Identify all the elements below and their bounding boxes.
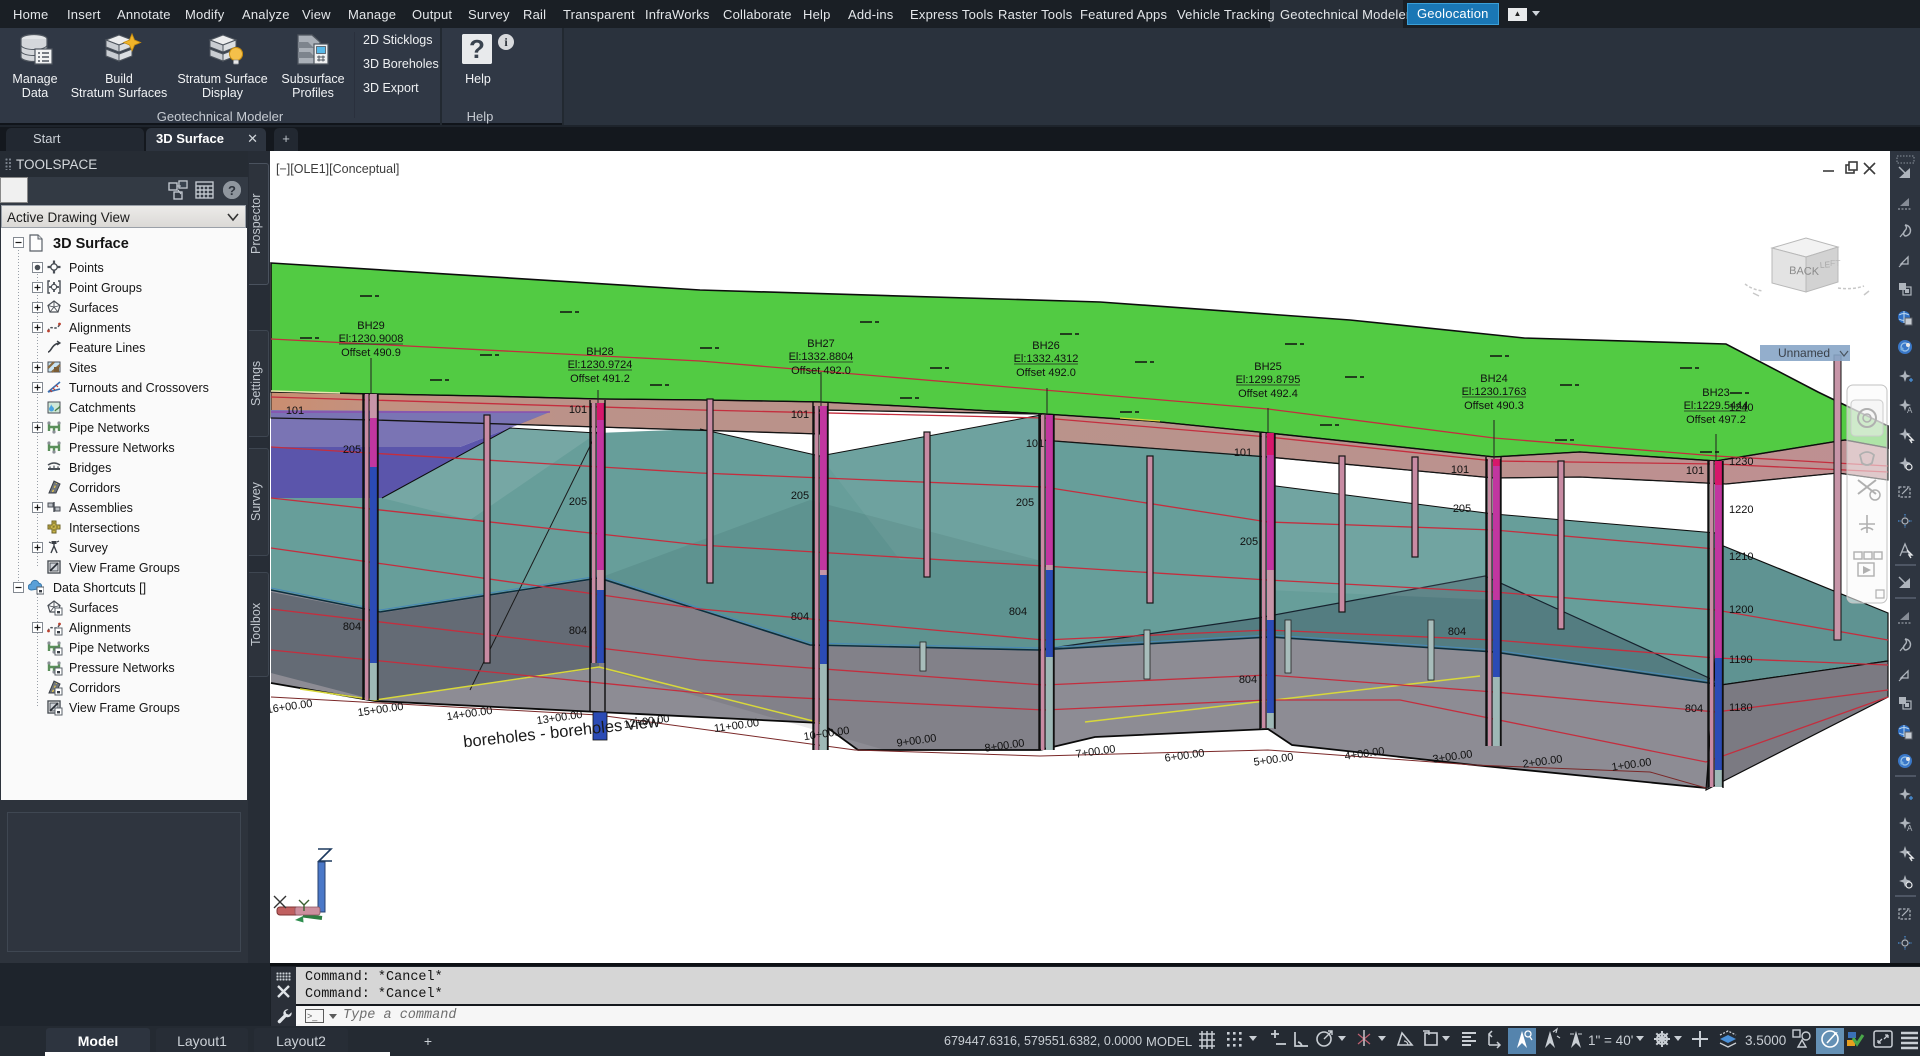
- svg-text:BH23: BH23: [1702, 387, 1730, 399]
- svg-text:BH25: BH25: [1254, 361, 1282, 373]
- svg-text:804: 804: [1009, 606, 1027, 618]
- svg-text:Unnamed: Unnamed: [1778, 346, 1830, 360]
- svg-text:804: 804: [791, 611, 809, 623]
- svg-text:BH27: BH27: [807, 338, 835, 350]
- svg-text:Offset 490.9: Offset 490.9: [341, 347, 401, 359]
- svg-text:A: A: [1907, 824, 1913, 833]
- svg-text:1240: 1240: [1729, 402, 1753, 414]
- svg-text:El:1230.9008: El:1230.9008: [339, 333, 404, 345]
- svg-text:1180: 1180: [1729, 702, 1753, 714]
- svg-text:Offset 492.0: Offset 492.0: [791, 365, 851, 377]
- svg-text:?: ?: [469, 34, 485, 64]
- svg-text:205: 205: [791, 490, 809, 502]
- svg-text:Offset 492.4: Offset 492.4: [1238, 388, 1298, 400]
- svg-text:804: 804: [1448, 626, 1466, 638]
- svg-text:1210: 1210: [1729, 551, 1753, 563]
- svg-text:1200: 1200: [1729, 604, 1753, 616]
- svg-text:205: 205: [1453, 503, 1471, 515]
- svg-text:7+00.00: 7+00.00: [1075, 743, 1116, 760]
- svg-text:14+00.00: 14+00.00: [446, 705, 493, 723]
- svg-text:101: 101: [286, 405, 304, 417]
- svg-text:101: 101: [569, 404, 587, 416]
- svg-text:BH28: BH28: [586, 346, 614, 358]
- svg-text:El:1230.1763: El:1230.1763: [1462, 386, 1527, 398]
- svg-text:804: 804: [343, 621, 361, 633]
- svg-text:1" = 40': 1" = 40': [1588, 1033, 1633, 1048]
- svg-text:A: A: [1907, 406, 1913, 415]
- svg-text:6+00.00: 6+00.00: [1164, 747, 1205, 764]
- svg-text:15+00.00: 15+00.00: [357, 701, 404, 719]
- svg-text:Offset 492.0: Offset 492.0: [1016, 367, 1076, 379]
- svg-text:1230: 1230: [1729, 456, 1753, 468]
- svg-text:101: 101: [1451, 464, 1469, 476]
- svg-text:BH24: BH24: [1480, 373, 1508, 385]
- svg-text:101: 101: [1234, 447, 1252, 459]
- svg-text:El:1332.8804: El:1332.8804: [789, 351, 854, 363]
- svg-text:[−][OLE1][Conceptual]: [−][OLE1][Conceptual]: [276, 162, 399, 176]
- svg-text:5+00.00: 5+00.00: [1253, 751, 1294, 768]
- svg-text:Offset 491.2: Offset 491.2: [570, 373, 630, 385]
- svg-text:101: 101: [791, 409, 809, 421]
- svg-text:1220: 1220: [1729, 504, 1753, 516]
- svg-text:205: 205: [569, 496, 587, 508]
- svg-text:Offset 497.2: Offset 497.2: [1686, 414, 1746, 426]
- svg-text:BH29: BH29: [357, 320, 385, 332]
- svg-text:El:1332.4312: El:1332.4312: [1014, 353, 1079, 365]
- svg-text:BH26: BH26: [1032, 340, 1060, 352]
- svg-text:Offset 490.3: Offset 490.3: [1464, 400, 1524, 412]
- svg-text:El:1299.8795: El:1299.8795: [1236, 374, 1301, 386]
- svg-text:BACK: BACK: [1789, 265, 1820, 278]
- svg-text:205: 205: [343, 444, 361, 456]
- svg-text:16+00.00: 16+00.00: [270, 698, 313, 716]
- svg-text:11+00.00: 11+00.00: [713, 717, 760, 735]
- svg-text:?: ?: [228, 183, 236, 198]
- svg-text:3.5000: 3.5000: [1745, 1033, 1786, 1048]
- svg-text:205: 205: [1240, 536, 1258, 548]
- svg-text:101: 101: [1026, 438, 1044, 450]
- svg-text:El:1230.9724: El:1230.9724: [568, 359, 633, 371]
- svg-text:804: 804: [1685, 703, 1703, 715]
- svg-text:101: 101: [1686, 465, 1704, 477]
- svg-text:205: 205: [1016, 497, 1034, 509]
- svg-text:804: 804: [569, 625, 587, 637]
- svg-text:FT: FT: [1830, 258, 1840, 268]
- svg-text:1190: 1190: [1729, 654, 1753, 666]
- svg-text:804: 804: [1239, 674, 1257, 686]
